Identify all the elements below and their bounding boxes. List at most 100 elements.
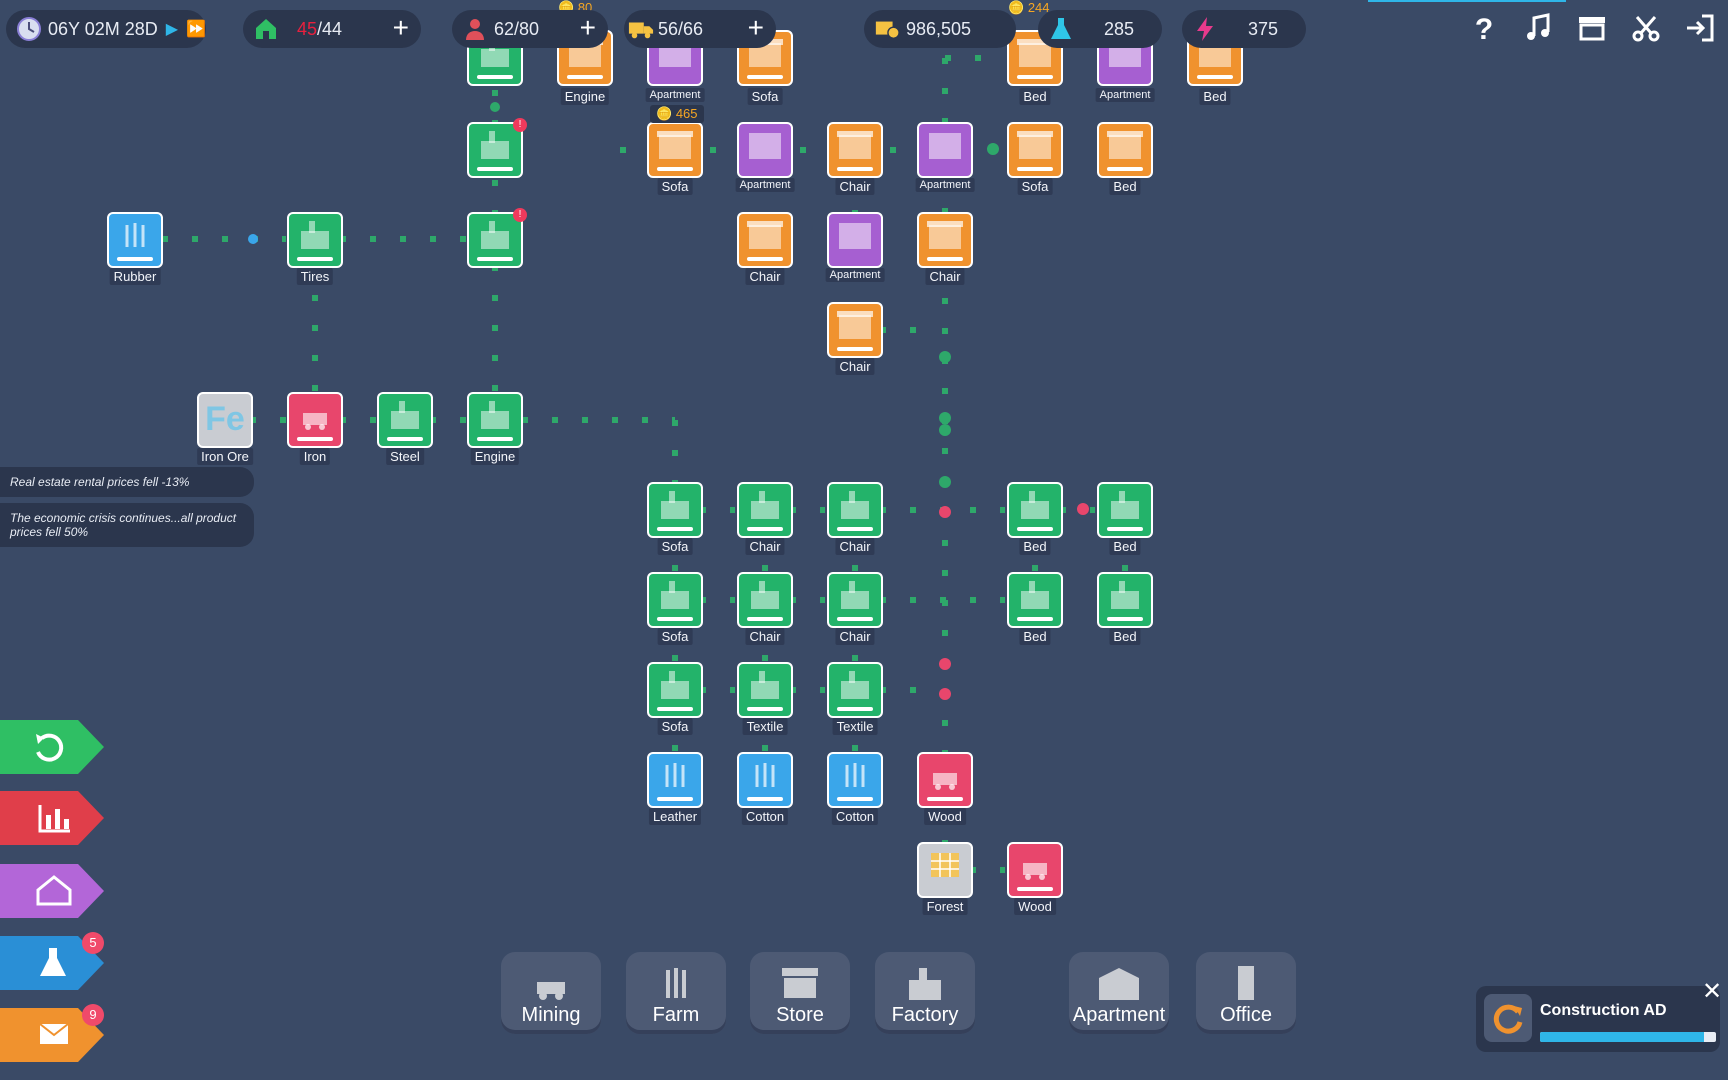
workers-text: 62/80: [494, 19, 539, 40]
help-icon[interactable]: ?: [1466, 8, 1502, 48]
factory-tile-sofa[interactable]: [647, 662, 703, 718]
apartment-icon: [1095, 964, 1143, 1002]
factory-tile-engine[interactable]: [467, 392, 523, 448]
farm-icon: [655, 757, 695, 793]
music-icon[interactable]: [1520, 8, 1556, 48]
farm-tile-cotton[interactable]: [827, 752, 883, 808]
mail-button[interactable]: 9: [0, 1008, 104, 1062]
factory-tile[interactable]: !: [467, 122, 523, 178]
add-trucks-button[interactable]: +: [748, 14, 764, 42]
mining-tile-wood[interactable]: [1007, 842, 1063, 898]
coin-popup: 🪙 465: [650, 105, 704, 123]
apartment-tile[interactable]: [737, 122, 793, 178]
ad-progress-bar: [1540, 1032, 1716, 1042]
resource-tile-forest[interactable]: [917, 842, 973, 898]
office-menu-button[interactable]: Office: [1196, 952, 1296, 1034]
farm-menu-button[interactable]: Farm: [626, 952, 726, 1034]
apartment-menu-button[interactable]: Apartment: [1069, 952, 1169, 1034]
factory-tile-sofa[interactable]: [647, 482, 703, 538]
scissors-icon[interactable]: [1628, 8, 1664, 48]
factory-tile-chair[interactable]: [737, 572, 793, 628]
mining-tile-iron[interactable]: [287, 392, 343, 448]
farm-icon: [745, 757, 785, 793]
tile-label: Bed: [1109, 628, 1140, 645]
factory-tile-textile[interactable]: [827, 662, 883, 718]
alert-icon: !: [513, 208, 527, 222]
add-workers-button[interactable]: +: [580, 14, 596, 42]
housing-total: /44: [317, 19, 342, 39]
construction-ad-panel[interactable]: Construction AD ✕: [1476, 986, 1720, 1052]
factory-tile-textile[interactable]: [737, 662, 793, 718]
factory-tile-tires[interactable]: [287, 212, 343, 268]
store-tile-sofa[interactable]: [1007, 122, 1063, 178]
factory-tile-bed[interactable]: [1007, 572, 1063, 628]
add-housing-button[interactable]: +: [393, 14, 409, 42]
mining-menu-button[interactable]: Mining: [501, 952, 601, 1034]
apartment-tile[interactable]: [827, 212, 883, 268]
apartment-icon: [745, 127, 785, 163]
money-counter: 986,505: [864, 10, 1016, 48]
tile-label: Cotton: [742, 808, 788, 825]
tile-label: Chair: [835, 628, 874, 645]
factory-tile-bed[interactable]: [1097, 572, 1153, 628]
store-tile-sofa[interactable]: [647, 122, 703, 178]
farm-icon: [115, 217, 155, 253]
alert-icon: !: [513, 118, 527, 132]
refresh-button[interactable]: [0, 720, 104, 774]
shop-icon[interactable]: [1574, 8, 1610, 48]
close-icon[interactable]: ✕: [1702, 980, 1722, 1004]
store-icon: [745, 217, 785, 253]
factory-tile-bed[interactable]: [1097, 482, 1153, 538]
store-tile-chair[interactable]: [827, 122, 883, 178]
mining-tile-wood[interactable]: [917, 752, 973, 808]
factory-icon: [655, 667, 695, 703]
factory-tile[interactable]: !: [467, 212, 523, 268]
factory-tile-steel[interactable]: [377, 392, 433, 448]
housing-button[interactable]: [0, 864, 104, 918]
news-text: Real estate rental prices fell -13%: [10, 475, 189, 489]
farm-label: Farm: [653, 1004, 700, 1027]
farm-tile-rubber[interactable]: [107, 212, 163, 268]
store-tile-chair[interactable]: [737, 212, 793, 268]
factory-tile-sofa[interactable]: [647, 572, 703, 628]
store-label: Store: [776, 1004, 824, 1027]
fast-forward-icon[interactable]: ⏩: [186, 19, 206, 39]
tile-label: Sofa: [658, 538, 693, 555]
store-icon: [1015, 127, 1055, 163]
tile-label: Wood: [924, 808, 966, 825]
apartment-icon: [925, 127, 965, 163]
mining-cart-icon: [925, 757, 965, 793]
store-icon: [776, 964, 824, 1002]
tile-label: Bed: [1109, 178, 1140, 195]
farm-tile-cotton[interactable]: [737, 752, 793, 808]
factory-tile-chair[interactable]: [737, 482, 793, 538]
flask-icon: [1048, 16, 1074, 42]
factory-icon: [745, 487, 785, 523]
stats-button[interactable]: [0, 791, 104, 845]
factory-menu-button[interactable]: Factory: [875, 952, 975, 1034]
store-tile-chair[interactable]: [917, 212, 973, 268]
tile-label: Chair: [835, 178, 874, 195]
factory-icon: [1015, 577, 1055, 613]
tile-label: Apartment: [826, 268, 885, 282]
factory-icon: [835, 577, 875, 613]
store-tile-chair[interactable]: [827, 302, 883, 358]
exit-icon[interactable]: [1682, 8, 1718, 48]
play-icon[interactable]: ▶: [166, 19, 178, 39]
factory-tile-chair[interactable]: [827, 482, 883, 538]
store-menu-button[interactable]: Store: [750, 952, 850, 1034]
workers-counter: 62/80 +: [452, 10, 608, 48]
factory-icon: [1105, 487, 1145, 523]
research-button[interactable]: 5: [0, 936, 104, 990]
store-tile-bed[interactable]: [1097, 122, 1153, 178]
apartment-tile[interactable]: [917, 122, 973, 178]
factory-tile-bed[interactable]: [1007, 482, 1063, 538]
factory-icon: [1015, 487, 1055, 523]
tile-label: Cotton: [832, 808, 878, 825]
farm-tile-leather[interactable]: [647, 752, 703, 808]
game-board[interactable]: Engine Apartment Sofa Bed Apartment Bed …: [0, 0, 1728, 1080]
factory-tile-chair[interactable]: [827, 572, 883, 628]
mine-tile-iron-ore[interactable]: Fe: [197, 392, 253, 448]
tile-label: Engine: [561, 88, 609, 105]
news-text: The economic crisis continues...all prod…: [10, 511, 236, 539]
